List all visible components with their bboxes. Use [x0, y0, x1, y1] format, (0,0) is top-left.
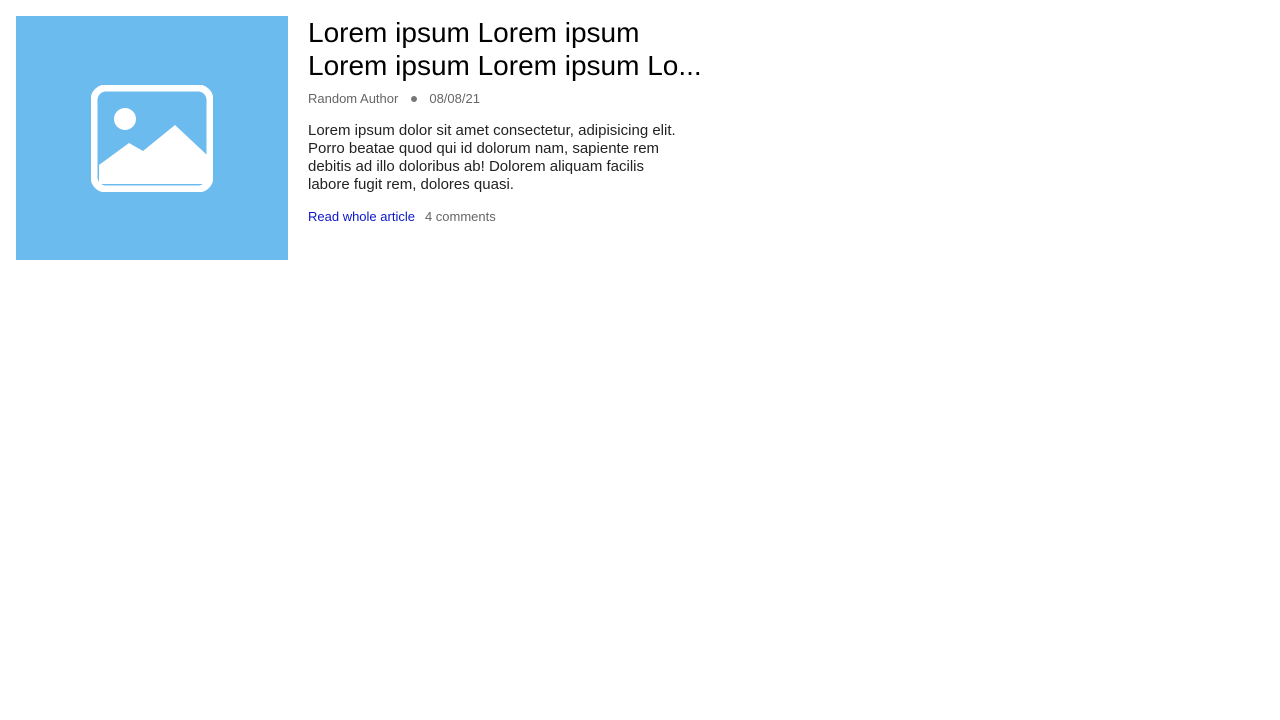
article-title-line-1[interactable]: Lorem ipsum Lorem ipsum: [308, 16, 718, 49]
separator-dot-icon: [411, 96, 418, 102]
article-title[interactable]: Lorem ipsum Lorem ipsum Lorem ipsum Lore…: [308, 16, 718, 82]
article-date: 08/08/21: [429, 91, 480, 106]
comments-count: 4 comments: [424, 209, 496, 224]
article-card: Lorem ipsum Lorem ipsum Lorem ipsum Lore…: [16, 16, 728, 260]
article-footer: Read whole article 4 comments: [308, 209, 728, 225]
article-content: Lorem ipsum Lorem ipsum Lorem ipsum Lore…: [308, 16, 728, 225]
article-thumbnail[interactable]: [16, 16, 288, 260]
read-whole-article-link[interactable]: Read whole article: [308, 209, 415, 225]
article-excerpt: Lorem ipsum dolor sit amet consectetur, …: [308, 122, 676, 193]
article-meta: Random Author 08/08/21: [308, 91, 728, 107]
article-title-line-2[interactable]: Lorem ipsum Lorem ipsum Lo...: [308, 49, 718, 82]
article-author: Random Author: [308, 91, 399, 106]
image-placeholder-icon: [91, 85, 213, 192]
